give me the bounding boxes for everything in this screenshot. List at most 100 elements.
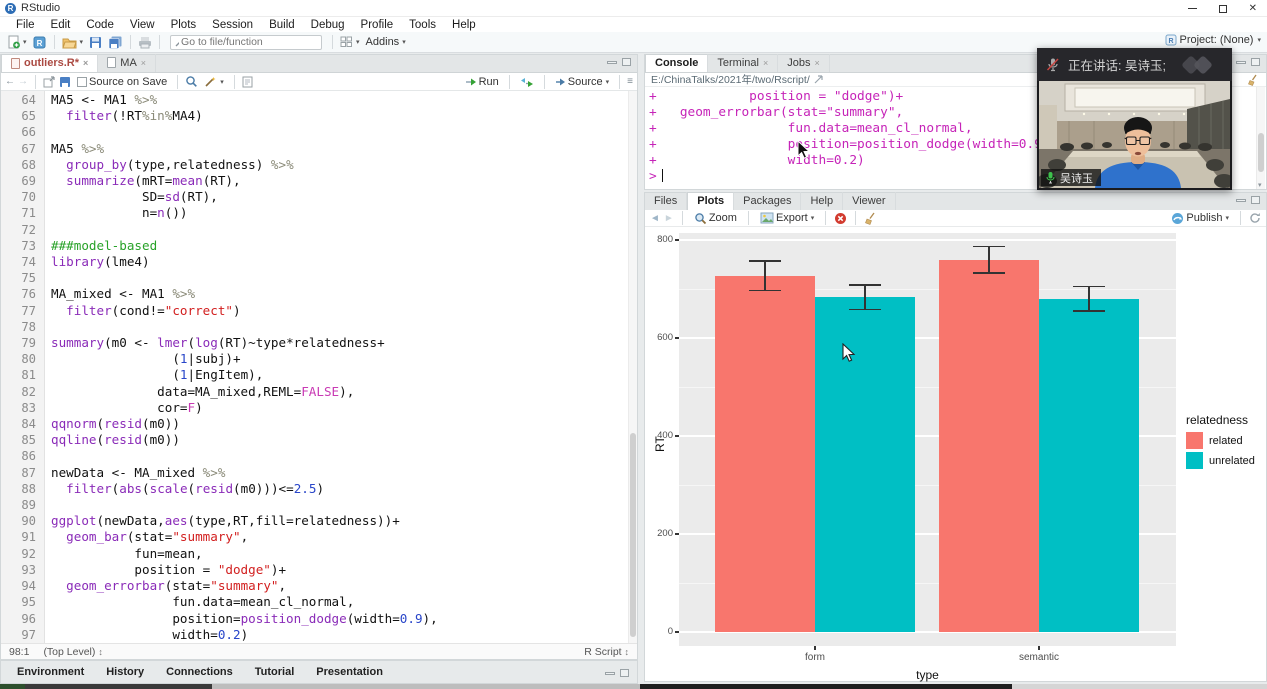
env-tab-history[interactable]: History (96, 663, 154, 681)
console-scrollbar[interactable]: ▾ (1256, 87, 1265, 189)
run-button[interactable]: Run (462, 75, 502, 89)
mic-active-icon (1045, 171, 1056, 184)
save-all-button[interactable] (105, 35, 126, 50)
save-icon[interactable] (59, 76, 71, 88)
publish-button[interactable]: Publish▾ (1168, 211, 1232, 226)
plots-pane-minmax[interactable] (1236, 196, 1260, 204)
environment-pane-minmax[interactable] (605, 669, 629, 677)
console-caret (662, 169, 663, 182)
new-file-button[interactable]: ▾ (4, 34, 30, 50)
menu-build[interactable]: Build (261, 19, 303, 31)
console-tab-jobs[interactable]: Jobs× (778, 54, 830, 72)
goto-directory-icon[interactable] (814, 75, 824, 84)
maximize-button[interactable] (1219, 5, 1227, 13)
line-number: 65 (1, 108, 36, 124)
maximize-pane-icon[interactable] (1251, 58, 1260, 66)
project-selector[interactable]: R Project: (None)▾ (1165, 34, 1262, 46)
env-tab-environment[interactable]: Environment (7, 663, 94, 681)
clear-console-broom-icon[interactable] (1247, 74, 1260, 86)
menu-file[interactable]: File (8, 19, 43, 31)
minimize-pane-icon[interactable] (1236, 199, 1246, 202)
save-button[interactable] (86, 35, 105, 50)
back-icon[interactable]: ← (5, 76, 15, 87)
editor-tab-outliersR[interactable]: outliers.R*× (1, 54, 98, 72)
code-editor[interactable]: 6465666768697071727374757677787980818283… (1, 91, 637, 643)
clear-all-plots-broom-icon[interactable] (864, 212, 878, 225)
document-outline-icon[interactable]: ≡ (627, 76, 633, 87)
menu-view[interactable]: View (122, 19, 163, 31)
menu-debug[interactable]: Debug (303, 19, 353, 31)
errorbar-line (1088, 287, 1090, 312)
console-pane-minmax[interactable] (1236, 58, 1260, 66)
close-button[interactable]: ✕ (1249, 4, 1257, 14)
compile-report-icon[interactable] (242, 76, 253, 88)
addins-button[interactable]: Addins▾ (363, 35, 409, 49)
editor-scrollbar[interactable] (628, 91, 637, 643)
plots-tab-viewer[interactable]: Viewer (843, 192, 895, 210)
next-plot-icon[interactable]: ► (664, 213, 674, 224)
video-conference-overlay[interactable]: 正在讲话: 吴诗玉; (1037, 48, 1232, 190)
scope-selector[interactable]: (Top Level) ↕ (43, 646, 102, 658)
plots-tab-plots[interactable]: Plots (687, 192, 734, 210)
new-project-button[interactable]: R (30, 34, 50, 50)
editor-scrollbar-thumb[interactable] (630, 433, 636, 637)
plots-tab-packages[interactable]: Packages (734, 192, 801, 210)
maximize-pane-icon[interactable] (622, 58, 631, 66)
env-tab-presentation[interactable]: Presentation (306, 663, 393, 681)
menu-edit[interactable]: Edit (43, 19, 79, 31)
plots-tab-help[interactable]: Help (801, 192, 843, 210)
console-tab-terminal[interactable]: Terminal× (708, 54, 778, 72)
menu-plots[interactable]: Plots (163, 19, 205, 31)
minimize-pane-icon[interactable] (1236, 61, 1246, 64)
env-tab-tutorial[interactable]: Tutorial (245, 663, 305, 681)
line-number: 96 (1, 611, 36, 627)
code-line: group_by(type,relatedness) %>% (51, 157, 627, 173)
remove-plot-icon[interactable] (834, 212, 847, 225)
menu-tools[interactable]: Tools (401, 19, 444, 31)
previous-plot-icon[interactable]: ◄ (650, 213, 660, 224)
find-replace-icon[interactable] (185, 75, 198, 88)
minimize-button[interactable] (1188, 8, 1197, 9)
line-number: 88 (1, 481, 36, 497)
console-tab-console[interactable]: Console (645, 54, 708, 72)
filetype-selector[interactable]: R Script ↕ (584, 646, 629, 658)
minimize-pane-icon[interactable] (607, 61, 617, 64)
maximize-pane-icon[interactable] (620, 669, 629, 677)
minimize-pane-icon[interactable] (605, 672, 615, 675)
line-number: 86 (1, 448, 36, 464)
checkbox-icon[interactable] (77, 77, 87, 87)
open-file-button[interactable]: ▾ (59, 35, 87, 50)
print-button[interactable] (135, 35, 155, 50)
goto-file-input[interactable] (179, 35, 318, 49)
zoom-plot-button[interactable]: Zoom (691, 211, 740, 226)
legend-item-related: related (1186, 432, 1255, 449)
close-tab-icon[interactable]: × (815, 58, 820, 68)
plots-tab-files[interactable]: Files (645, 192, 687, 210)
close-tab-icon[interactable]: × (141, 58, 146, 68)
source-on-save-checkbox[interactable]: Source on Save (74, 75, 170, 89)
maximize-pane-icon[interactable] (1251, 196, 1260, 204)
forward-icon[interactable]: → (18, 76, 28, 87)
editor-pane-minmax[interactable] (607, 58, 631, 66)
close-tab-icon[interactable]: × (83, 58, 88, 68)
menu-profile[interactable]: Profile (353, 19, 402, 31)
export-plot-button[interactable]: Export▾ (757, 211, 817, 225)
env-tab-connections[interactable]: Connections (156, 663, 243, 681)
menu-help[interactable]: Help (444, 19, 484, 31)
popout-icon[interactable] (43, 76, 56, 88)
menu-code[interactable]: Code (78, 19, 122, 31)
refresh-icon[interactable] (1249, 212, 1261, 224)
pane-layout-button[interactable]: ▾ (337, 35, 363, 49)
editor-tab-MA[interactable]: MA× (98, 54, 156, 72)
working-directory-path[interactable]: E:/ChinaTalks/2021年/two/Rscript/ (651, 72, 810, 87)
scroll-down-icon[interactable]: ▾ (1258, 181, 1262, 189)
close-tab-icon[interactable]: × (763, 58, 768, 68)
rerun-button[interactable] (517, 76, 537, 88)
menu-session[interactable]: Session (204, 19, 261, 31)
source-button[interactable]: Source▾ (552, 75, 612, 89)
goto-file-searchbox[interactable] (170, 35, 322, 50)
console-scrollbar-thumb[interactable] (1258, 133, 1264, 172)
ggplot-bar-chart: RT type relatedness relatedunrelated 020… (645, 227, 1266, 681)
code-content[interactable]: MA5 <- MA1 %>% filter(!RT%in%MA4) MA5 %>… (45, 91, 627, 643)
code-tools-button[interactable]: ▾ (201, 75, 227, 89)
